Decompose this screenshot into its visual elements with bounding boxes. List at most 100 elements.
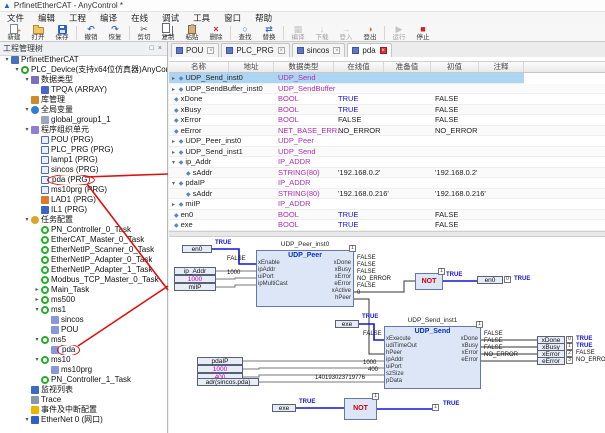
tree-item-ethernetip-scanner-0-task[interactable]: EtherNetIP_Scanner_0_Task xyxy=(0,245,167,255)
expander-icon[interactable]: ▾ xyxy=(23,105,31,115)
tree-item-global-variables[interactable]: ▾全局变量 xyxy=(0,105,167,115)
tab-pou[interactable]: POU× xyxy=(171,43,219,57)
row-expander-icon[interactable]: ▸ xyxy=(172,139,177,145)
table-row-eerror[interactable]: ◆eErrorNET_BASE_ERR...NO_ERRORNO_ERROR xyxy=(169,126,605,137)
expander-icon[interactable]: ▾ xyxy=(13,65,21,75)
tree-item-global-group1-1[interactable]: global_group1_1 xyxy=(0,115,167,125)
close-panel-icon[interactable]: × xyxy=(156,44,164,54)
menu-item-build[interactable]: 编译 xyxy=(93,12,124,24)
menu-item-debug[interactable]: 调试 xyxy=(155,12,186,24)
dock-pin-icon[interactable]: □ xyxy=(148,44,156,54)
table-row-udp-peer-inst0[interactable]: ▸ ◆UDP_Peer_inst0UDP_Peer xyxy=(169,136,605,147)
column-header-5[interactable]: 初值 xyxy=(431,62,479,72)
toolbar-button-undo[interactable]: ↶撤销 xyxy=(79,24,103,41)
tree-item-ms10-ms10prg[interactable]: ms10prg xyxy=(0,365,167,375)
fbd-source-box-1000[interactable]: 1000 xyxy=(174,275,216,283)
menu-item-file[interactable]: 文件 xyxy=(0,12,31,24)
tree-item-task-config[interactable]: ▾任务配置 xyxy=(0,215,167,225)
tree-item-lamp1-prg[interactable]: lamp1 (PRG) xyxy=(0,155,167,165)
tree-item-lad1-prg[interactable]: LAD1 (PRG) xyxy=(0,195,167,205)
tab-pda[interactable]: pda× xyxy=(347,43,391,57)
toolbar-button-delete[interactable]: ×删除 xyxy=(204,24,228,41)
fbd-source-box-ip_Addr[interactable]: ip_Addr xyxy=(174,267,216,275)
tree-item-project-root[interactable]: ▾PrfinetEtherCAT xyxy=(0,55,167,65)
toolbar-button-login[interactable]: →登入 xyxy=(334,24,358,41)
row-expander-icon[interactable]: ▸ xyxy=(172,202,177,208)
toolbar-button-logout[interactable]: ◑登出 xyxy=(358,24,382,41)
tree-item-library-manager[interactable]: 库管理 xyxy=(0,95,167,105)
toolbar-button-compile[interactable]: ▦编译 xyxy=(286,24,310,41)
table-row-udp-send-inst0[interactable]: ▸ ◆UDP_Send_inst0UDP_Send xyxy=(169,73,524,84)
row-expander-icon[interactable]: ▸ xyxy=(172,76,177,82)
table-row-pdaip-saddr[interactable]: ◆sAddrSTRING(80)'192.168.0.216''192.168.… xyxy=(169,189,605,200)
tree-item-watch-list[interactable]: 监视列表 xyxy=(0,385,167,395)
table-row-en0[interactable]: ◆en0BOOLTRUEFALSE xyxy=(169,210,605,221)
toolbar-button-cut[interactable]: ✂剪切 xyxy=(132,24,156,41)
tab-close-icon[interactable]: × xyxy=(207,47,214,54)
menu-item-edit[interactable]: 编辑 xyxy=(31,12,62,24)
column-header-4[interactable]: 准备值 xyxy=(384,62,431,72)
tree-item-event-interrupt-config[interactable]: 事件及中断配置 xyxy=(0,405,167,415)
expander-icon[interactable]: ▸ xyxy=(33,285,41,295)
tree-item-ms10prg-prg[interactable]: ms10prg (PRG) xyxy=(0,185,167,195)
fbd-source-box-adr-sincos-pda-[interactable]: adr(sincos.pda) xyxy=(197,378,259,386)
tree-item-pou-folder[interactable]: ▾程序组织单元 xyxy=(0,125,167,135)
table-row-miip[interactable]: ▸ ◆miIPIP_ADDR xyxy=(169,199,605,210)
tree-item-ms10[interactable]: ▾ms10 xyxy=(0,355,167,365)
expander-icon[interactable]: ▸ xyxy=(33,295,41,305)
expander-icon[interactable]: ▾ xyxy=(23,415,31,425)
tree-item-ms1[interactable]: ▾ms1 xyxy=(0,305,167,315)
column-header-2[interactable]: 数据类型 xyxy=(274,62,334,72)
table-row-exe[interactable]: ◆exeBOOLTRUEFALSE xyxy=(169,220,605,231)
toolbar-button-paste[interactable]: 粘贴 xyxy=(180,24,204,41)
toolbar-button-find[interactable]: ○查找 xyxy=(233,24,257,41)
fbd-source-box-en0[interactable]: en0 xyxy=(182,245,212,253)
tree-item-ms5[interactable]: ▾ms5 xyxy=(0,335,167,345)
tree-item-ethernet-0[interactable]: ▾EtherNet 0 (网口) xyxy=(0,415,167,425)
tab-close-icon[interactable]: × xyxy=(380,47,387,54)
expander-icon[interactable]: ▾ xyxy=(33,335,41,345)
toolbar-button-redo[interactable]: ↷恢复 xyxy=(103,24,127,41)
fbd-source-box-1000[interactable]: 1000 xyxy=(197,365,243,373)
table-row-ip-addr-saddr[interactable]: ◆sAddrSTRING(80)'192.168.0.2''192.168.0.… xyxy=(169,168,605,179)
column-header-6[interactable]: 注释 xyxy=(479,62,524,72)
toolbar-button-replace[interactable]: ⇄替换 xyxy=(257,24,281,41)
expander-icon[interactable]: ▾ xyxy=(23,125,31,135)
tree-item-ms500[interactable]: ▸ms500 xyxy=(0,295,167,305)
row-expander-icon[interactable]: ▾ xyxy=(172,160,177,166)
row-expander-icon[interactable]: ▾ xyxy=(172,181,177,187)
table-row-ip-addr[interactable]: ▾ ◆ip_AddrIP_ADDR xyxy=(169,157,605,168)
tree-item-tpqa-array[interactable]: TPQA (ARRAY) xyxy=(0,85,167,95)
toolbar-button-open[interactable]: 打开 xyxy=(26,24,50,41)
toolbar-button-copy[interactable]: 复制 xyxy=(156,24,180,41)
tab-close-icon[interactable]: × xyxy=(278,47,285,54)
tree-item-pn-controller-0-task[interactable]: PN_Controller_0_Task xyxy=(0,225,167,235)
fbd-assign-box-en0[interactable]: en0 xyxy=(477,276,503,284)
tree-item-data-types[interactable]: ▾数据类型 xyxy=(0,75,167,85)
expander-icon[interactable]: ▾ xyxy=(33,305,41,315)
tree-item-ethernetip-adapter-0-task[interactable]: EtherNetIP_Adapter_0_Task xyxy=(0,255,167,265)
toolbar-button-stop[interactable]: ■停止 xyxy=(411,24,435,41)
table-row-xdone[interactable]: ◆xDoneBOOLTRUEFALSE xyxy=(169,94,605,105)
expander-icon[interactable]: ▾ xyxy=(23,215,31,225)
toolbar-button-download[interactable]: ↓下载 xyxy=(310,24,334,41)
toolbar-button-run[interactable]: ▶运行 xyxy=(387,24,411,41)
fbd-assign-box-eError[interactable]: eError xyxy=(537,357,565,365)
tree-item-sincos-prg[interactable]: sincos (PRG) xyxy=(0,165,167,175)
tree-item-modbus-tcp-master-0-task[interactable]: Modbus_TCP_Master_0_Task xyxy=(0,275,167,285)
toolbar-button-new[interactable]: 新建 xyxy=(2,24,26,41)
tree-item-pou-prg[interactable]: POU (PRG) xyxy=(0,135,167,145)
tree-item-trace[interactable]: Trace xyxy=(0,395,167,405)
expander-icon[interactable]: ▾ xyxy=(3,55,11,65)
table-row-pdaip[interactable]: ▾ ◆pdaIPIP_ADDR xyxy=(169,178,605,189)
tree-item-plc-prg[interactable]: PLC_PRG (PRG) xyxy=(0,145,167,155)
row-expander-icon[interactable]: ▸ xyxy=(172,87,177,93)
expander-icon[interactable]: ▾ xyxy=(33,355,41,365)
toolbar-button-save[interactable]: 保存 xyxy=(50,24,74,41)
table-row-udp-send-inst1[interactable]: ▸ ◆UDP_Send_inst1UDP_Send xyxy=(169,147,605,158)
menu-item-help[interactable]: 帮助 xyxy=(248,12,279,24)
table-row-xbusy[interactable]: ◆xBusyBOOLTRUEFALSE xyxy=(169,105,605,116)
row-expander-icon[interactable]: ▸ xyxy=(172,150,177,156)
tree-item-il1-prg[interactable]: IL1 (PRG) xyxy=(0,205,167,215)
expander-icon[interactable]: ▾ xyxy=(23,75,31,85)
